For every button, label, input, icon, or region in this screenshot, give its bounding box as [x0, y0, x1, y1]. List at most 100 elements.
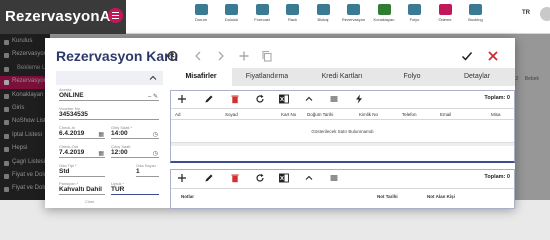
menu-icon[interactable] — [329, 173, 339, 183]
edit-icon[interactable] — [204, 173, 214, 183]
avatar[interactable] — [540, 7, 550, 21]
chevron-up-icon[interactable] — [149, 74, 157, 82]
top-nav-label: Rack — [287, 17, 298, 22]
tab-fiyatlandirma[interactable]: Fiyatlandırma — [232, 68, 302, 86]
board-type-field[interactable]: Pansiyon * Kahvaltı Dahil — [59, 181, 105, 195]
checkout-date-field[interactable]: Check-Out 7.4.2019 ▦ — [59, 144, 105, 158]
booking-icon — [469, 4, 482, 15]
top-nav-label: Rezervasyon — [341, 17, 366, 22]
agency-actions-icon[interactable]: – ✎ — [148, 93, 158, 100]
rack-icon — [286, 4, 299, 15]
tab-folyo[interactable]: Folyo — [382, 68, 442, 86]
top-nav-label: Blokaj — [317, 17, 329, 22]
agency-field[interactable]: Acenta ONLINE – ✎ — [59, 87, 159, 101]
room-type-field[interactable]: Oda Tipi * Std — [59, 163, 105, 177]
column-header[interactable]: Not Alan Kişi — [427, 194, 455, 199]
chevron-up-icon[interactable] — [304, 173, 314, 183]
type-field[interactable]: Cinsi — [59, 199, 159, 204]
payment-icon — [438, 4, 452, 15]
guests-grid-header: Ad Soyad Kart No Doğum Tarihi Kimlik No … — [171, 108, 514, 120]
top-nav-item[interactable]: Booking — [461, 4, 491, 22]
tab-kredi-kartlari[interactable]: Kredi Kartları — [302, 68, 382, 86]
form-collapse-header[interactable] — [56, 71, 163, 85]
previous-icon[interactable] — [192, 50, 204, 62]
column-header[interactable]: Email — [440, 112, 451, 117]
excel-export-icon[interactable] — [279, 94, 289, 104]
checkout-time-field[interactable]: Çıkış Saati 12:00 ◷ — [111, 144, 159, 158]
top-nav-item[interactable]: Folyo — [400, 4, 430, 22]
notes-count: Toplam: 0 — [484, 174, 510, 180]
top-nav-label: Konaklayan — [373, 17, 395, 22]
refresh-icon[interactable] — [255, 173, 265, 183]
next-icon[interactable] — [215, 50, 227, 62]
excel-export-icon[interactable] — [279, 173, 289, 183]
type-label: Cinsi — [85, 199, 94, 204]
close-icon[interactable] — [487, 50, 499, 62]
edit-icon[interactable] — [204, 94, 214, 104]
nationality-value: TUR — [111, 186, 159, 195]
app-topbar: RezervasyonAI Durum Doluluk Forecast Rack Bl… — [0, 0, 550, 34]
history-icon[interactable] — [166, 50, 178, 62]
top-nav-item[interactable]: Doluluk — [217, 4, 247, 22]
menu-icon[interactable] — [329, 94, 339, 104]
folio-icon — [408, 4, 421, 15]
nationality-field[interactable]: Uyruk * TUR — [111, 181, 159, 195]
save-check-icon[interactable] — [461, 50, 473, 62]
top-nav-item[interactable]: Konaklayan — [369, 4, 399, 22]
column-header[interactable]: Soyad — [225, 112, 238, 117]
checkin-date-field[interactable]: Check-In 6.4.2019 ▦ — [59, 125, 105, 139]
column-header[interactable]: Doğum Tarihi — [307, 112, 333, 117]
column-header[interactable]: Telefon — [402, 112, 417, 117]
tab-misafirler[interactable]: Misafirler — [170, 68, 232, 86]
column-header[interactable]: Ad — [175, 112, 181, 117]
top-nav-item[interactable]: Durum — [186, 4, 216, 22]
notes-grid-divider — [171, 188, 514, 189]
clock-icon[interactable]: ◷ — [153, 150, 158, 157]
add-icon[interactable] — [238, 50, 250, 62]
guests-count: Toplam: 0 — [484, 95, 510, 101]
brand-area: RezervasyonAI — [0, 0, 126, 34]
voucher-value: 34534535 — [59, 111, 159, 120]
add-icon[interactable] — [177, 94, 187, 104]
column-header[interactable]: Not Tarihi — [377, 194, 398, 199]
top-nav-item[interactable]: Ödeme — [430, 4, 460, 22]
add-icon[interactable] — [177, 173, 187, 183]
delete-icon[interactable] — [230, 173, 240, 183]
menu-toggle-icon[interactable] — [108, 8, 123, 23]
calendar-icon[interactable]: ▦ — [98, 131, 104, 138]
refresh-icon[interactable] — [255, 94, 265, 104]
clock-icon[interactable]: ◷ — [153, 131, 158, 138]
column-header[interactable]: Misa — [491, 112, 501, 117]
room-type-value: Std — [59, 168, 105, 177]
column-header[interactable]: Notlar — [181, 194, 194, 199]
top-nav-item[interactable]: Forecast — [247, 4, 277, 22]
brand-logo: RezervasyonAI — [5, 8, 116, 25]
checkin-time-field[interactable]: Giriş Saati * 14:00 ◷ — [111, 125, 159, 139]
notes-grid-toolbar: Toplam: 0 — [171, 170, 514, 186]
top-nav-item[interactable]: Rack — [278, 4, 308, 22]
delete-icon[interactable] — [230, 94, 240, 104]
top-nav-label: Forecast — [254, 17, 270, 22]
guests-grid: Toplam: 0 Ad Soyad Kart No Doğum Tarihi … — [170, 90, 515, 163]
tab-detaylar[interactable]: Detaylar — [442, 68, 512, 86]
notes-grid: Toplam: 0 Notlar Not Tarihi Not Alan Kiş… — [170, 169, 515, 209]
top-nav-label: Ödeme — [438, 17, 452, 22]
horizontal-scrollbar[interactable] — [171, 142, 514, 146]
chevron-up-icon[interactable] — [304, 94, 314, 104]
forecast-icon — [255, 4, 269, 15]
voucher-field[interactable]: Voucher No 34534535 — [59, 106, 159, 120]
room-count-field[interactable]: Oda Sayısı 1 — [136, 163, 159, 177]
guests-grid-toolbar: Toplam: 0 — [171, 91, 514, 107]
language-selector[interactable]: TR — [522, 10, 530, 16]
copy-icon[interactable] — [261, 50, 273, 62]
column-header[interactable]: Kimlik No — [359, 112, 378, 117]
reservation-form: Acenta ONLINE – ✎ Voucher No 34534535 Ch… — [56, 71, 163, 208]
empty-grid-message: Gösterilecek Satır Bulunmamdı — [311, 129, 374, 134]
top-nav-item[interactable]: Blokaj — [308, 4, 338, 22]
calendar-icon[interactable]: ▦ — [98, 150, 104, 157]
column-header[interactable]: Kart No — [281, 112, 296, 117]
top-nav-item[interactable]: Rezervasyon — [339, 4, 369, 22]
quick-action-icon[interactable] — [354, 94, 364, 104]
guest-icon — [377, 4, 391, 15]
modal-tabs: Misafirler Fiyatlandırma Kredi Kartları … — [170, 68, 515, 86]
